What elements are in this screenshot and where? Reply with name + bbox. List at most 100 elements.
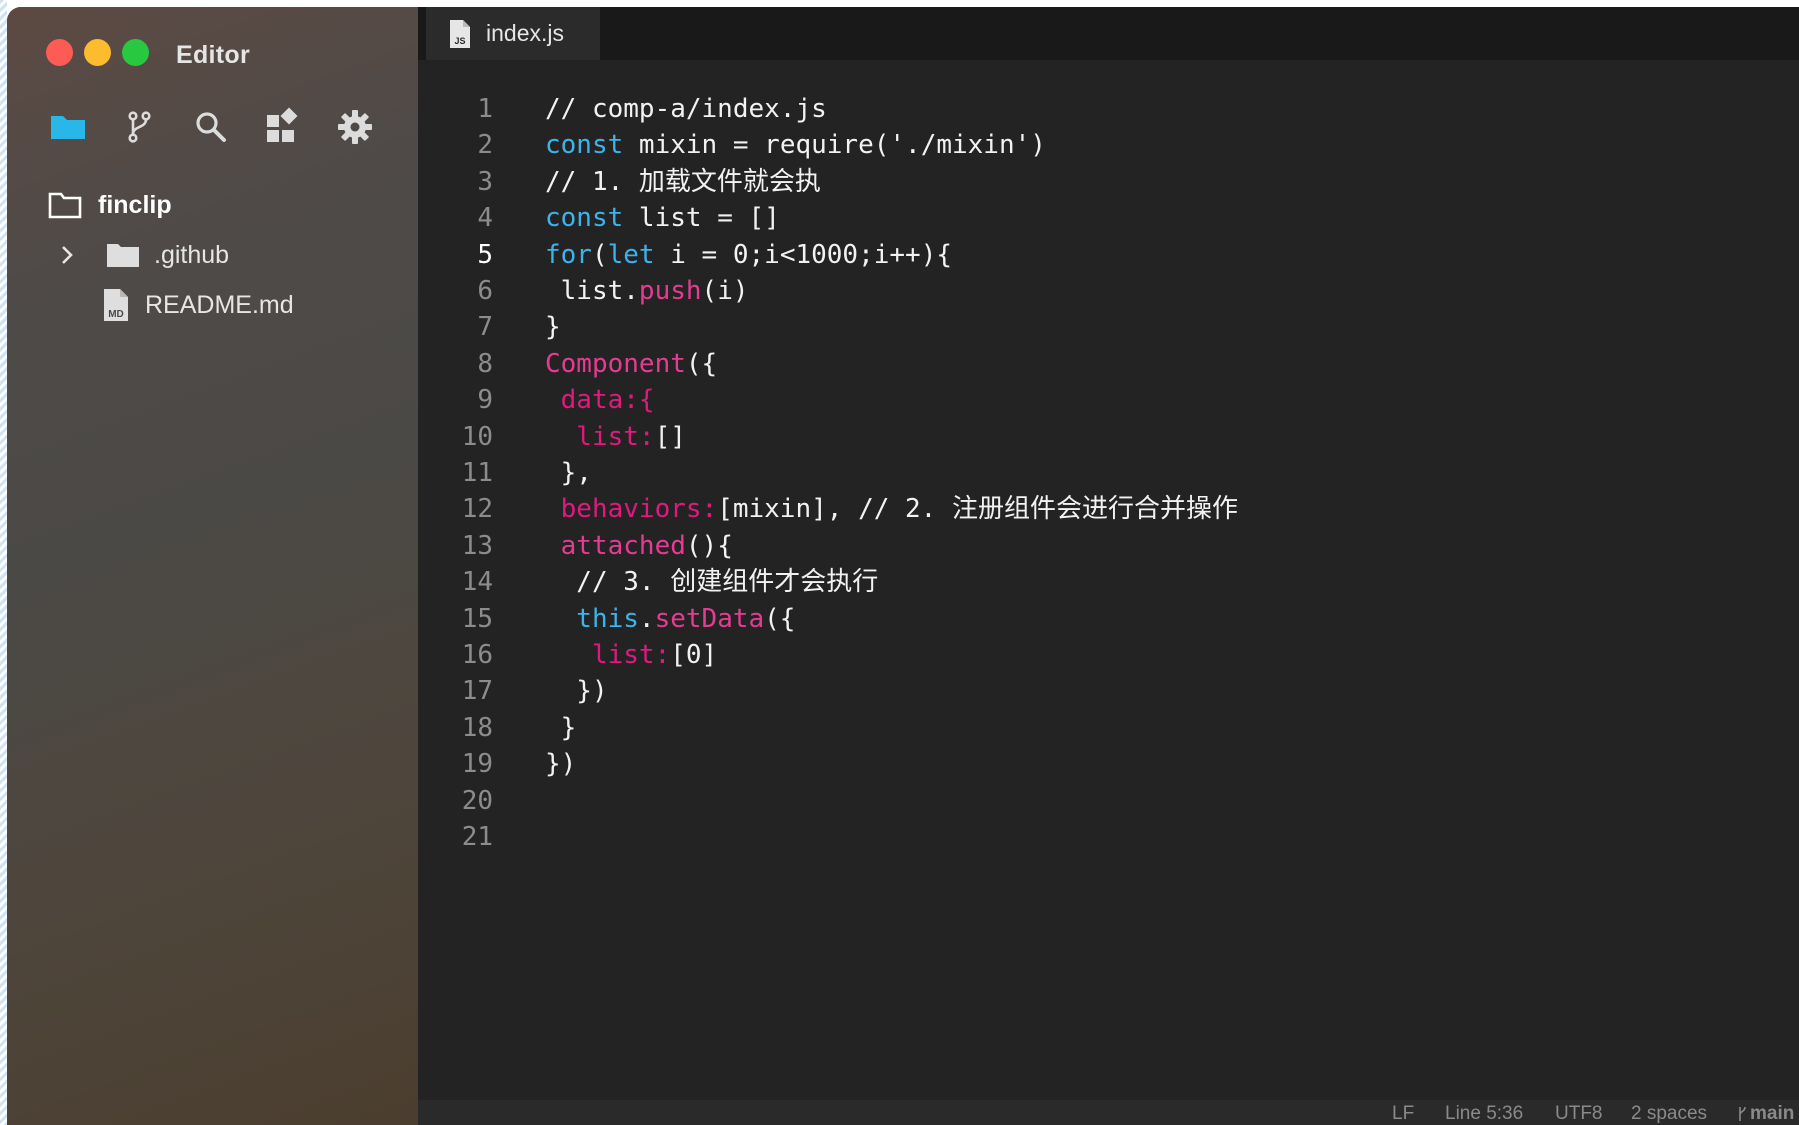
code-token: }: [545, 712, 577, 743]
desktop-background: [0, 0, 7, 1125]
close-window-button[interactable]: [46, 39, 73, 66]
code-token: []: [654, 421, 686, 452]
code-token: setData: [654, 603, 765, 634]
code-token: i = 0;i<1000;i++){: [654, 239, 953, 270]
line-number: 7: [477, 312, 493, 343]
tree-root-folder[interactable]: finclip: [48, 187, 172, 223]
code-token: }: [545, 312, 561, 343]
line-number: 21: [461, 822, 493, 852]
sidebar: Editor finclip .github MD README.md: [7, 7, 418, 1125]
code-token: this: [545, 603, 639, 634]
code-token: for: [545, 239, 592, 270]
folder-icon: [51, 116, 85, 139]
line-number: 1: [477, 94, 493, 124]
code-token: [mixin], // 2. 注册组件会进行合并操作: [717, 494, 1238, 525]
code-token: push: [638, 276, 702, 306]
encoding-indicator[interactable]: UTF8: [1555, 1103, 1603, 1125]
code-text: }: [545, 309, 561, 345]
line-number: 18: [461, 712, 493, 743]
search-button[interactable]: [191, 107, 231, 147]
maximize-window-button[interactable]: [122, 39, 149, 66]
code-token: let: [607, 239, 655, 270]
editor-window: Editor finclip .github MD README.md JS i…: [7, 7, 1799, 1125]
code-text: }: [545, 710, 577, 746]
source-control-button[interactable]: [120, 107, 160, 147]
code-token: .: [638, 603, 655, 634]
code-token: attached: [545, 530, 686, 561]
code-token: },: [545, 458, 592, 488]
code-text: list.push(i): [545, 273, 749, 309]
tab-label: index.js: [486, 20, 564, 46]
code-text: }): [545, 746, 576, 782]
explorer-button[interactable]: [48, 107, 88, 147]
line-number: 13: [461, 530, 493, 561]
code-token: // comp-a/index.js: [545, 94, 827, 124]
code-token: // 1. 加载文件就会执: [545, 166, 821, 197]
git-branch-icon: [1739, 1106, 1746, 1121]
git-branch-icon: [128, 111, 151, 143]
code-text: for(let i = 0;i<1000;i++){: [545, 237, 952, 273]
code-text: data:{: [545, 382, 655, 418]
folder-outline-icon: [48, 192, 82, 219]
branch-indicator[interactable]: main: [1736, 1103, 1794, 1125]
line-number: 9: [477, 385, 493, 416]
code-text: list:[0]: [545, 637, 717, 673]
line-number: 3: [477, 166, 493, 197]
line-number: 10: [461, 421, 493, 452]
chevron-right-icon[interactable]: [58, 243, 76, 267]
code-text: const list = []: [545, 200, 780, 236]
code-token: (){: [685, 530, 733, 561]
code-text: const mixin = require('./mixin'): [545, 127, 1046, 163]
tree-root-label: finclip: [98, 190, 172, 219]
code-token: const: [545, 203, 624, 234]
code-token: [0]: [670, 640, 718, 670]
line-number: 15: [461, 603, 493, 634]
file-type-badge: JS: [454, 36, 465, 46]
code-token: behaviors:: [545, 494, 718, 525]
code-token: data:{: [545, 385, 655, 416]
code-text: }): [545, 673, 608, 709]
code-editor[interactable]: 1 // comp-a/index.js 2 const mixin = requir…: [418, 60, 1799, 1100]
extensions-button[interactable]: [263, 107, 303, 147]
settings-button[interactable]: [335, 107, 375, 147]
code-token: const: [545, 130, 624, 161]
tree-item-readme[interactable]: MD README.md: [102, 287, 294, 323]
tab-index-js[interactable]: JS index.js: [426, 7, 600, 60]
minimize-window-button[interactable]: [84, 39, 111, 66]
tree-item-github[interactable]: .github: [58, 237, 229, 273]
code-token: (: [591, 239, 608, 270]
folder-icon: [107, 244, 139, 267]
code-token: Component: [545, 348, 686, 379]
indentation-indicator[interactable]: 2 spaces: [1631, 1103, 1707, 1125]
line-number: 20: [461, 785, 493, 816]
line-number: 19: [461, 749, 493, 780]
tab-bar: JS index.js: [418, 7, 1799, 60]
line-number: 16: [461, 640, 493, 670]
cursor-position-indicator[interactable]: Line 5:36: [1445, 1103, 1523, 1125]
code-text: // 1. 加载文件就会执: [545, 164, 821, 200]
code-text: },: [545, 455, 592, 491]
code-text: // 3. 创建组件才会执行: [545, 564, 878, 600]
code-text: behaviors:[mixin], // 2. 注册组件会进行合并操作: [545, 491, 1238, 527]
line-number: 12: [461, 494, 493, 525]
tree-item-label: .github: [154, 240, 230, 269]
line-ending-indicator[interactable]: LF: [1392, 1103, 1414, 1125]
code-token: ({: [764, 603, 796, 634]
line-number: 2: [477, 130, 493, 161]
line-number: 17: [461, 676, 493, 707]
code-text: // comp-a/index.js: [545, 91, 827, 127]
code-text: list:[]: [545, 419, 686, 455]
code-token: }): [545, 676, 608, 707]
line-number: 8: [477, 348, 493, 379]
tree-item-label: README.md: [145, 290, 294, 319]
code-token: mixin = require('./mixin'): [623, 130, 1046, 161]
code-token: list:: [545, 421, 655, 452]
line-number: 5: [477, 239, 493, 270]
gear-icon: [338, 110, 372, 144]
code-token: ({: [685, 348, 718, 379]
code-token: list:: [545, 640, 671, 670]
status-bar: LF Line 5:36 UTF8 2 spaces main: [418, 1100, 1799, 1125]
line-number: 4: [477, 203, 493, 234]
code-text: attached(){: [545, 528, 733, 564]
code-token: // 3. 创建组件才会执行: [545, 567, 879, 598]
